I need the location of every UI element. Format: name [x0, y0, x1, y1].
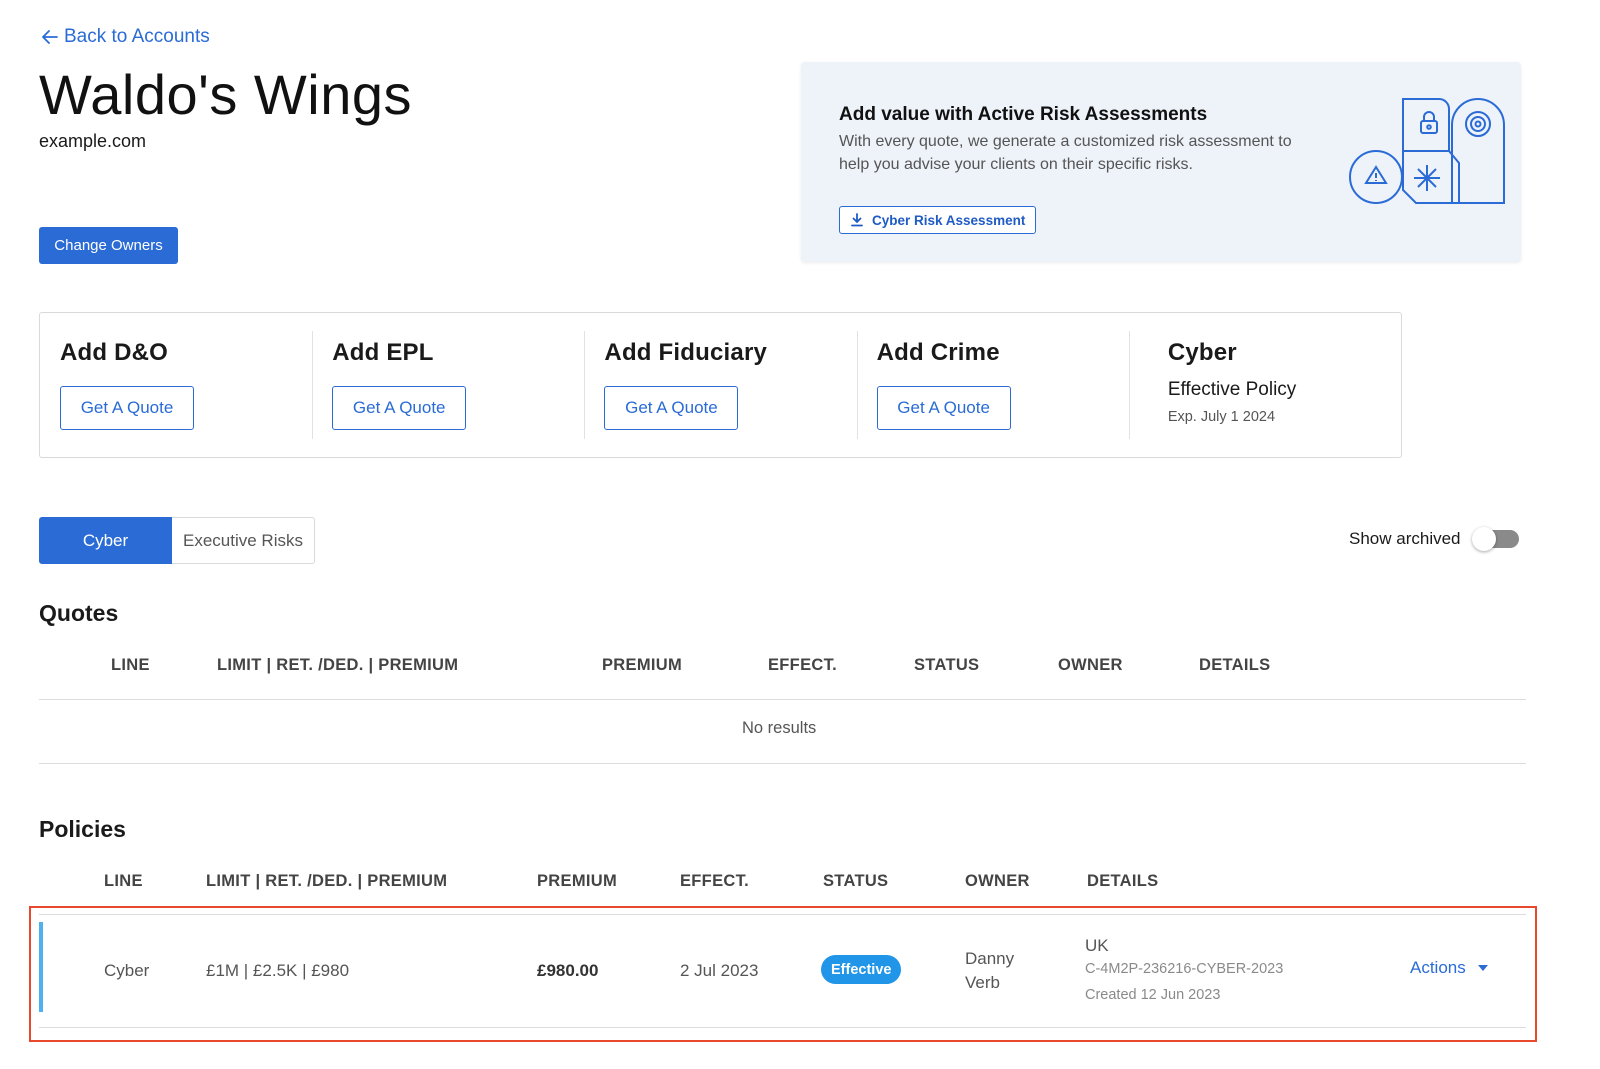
- row-accent-bar: [39, 922, 43, 1012]
- product-title: Add Crime: [876, 339, 1000, 366]
- product-lines: Add D&O Get A Quote Add EPL Get A Quote …: [39, 312, 1402, 458]
- epl-get-quote-button[interactable]: Get A Quote: [332, 386, 467, 430]
- actions-dropdown[interactable]: Actions: [1410, 958, 1488, 978]
- divider: [39, 699, 1526, 700]
- policies-col-premium: PREMIUM: [537, 872, 618, 890]
- policies-col-line: LINE: [104, 872, 143, 890]
- promo-text: With every quote, we generate a customiz…: [839, 133, 1292, 173]
- product-card-crime: Add Crime Get A Quote: [856, 313, 1129, 457]
- product-title: Add D&O: [60, 339, 169, 366]
- quotes-col-effective: EFFECT.: [768, 656, 838, 674]
- cyber-policy-expiry: Exp. July 1 2024: [1167, 409, 1276, 425]
- policies-col-details: DETAILS: [1087, 872, 1159, 890]
- product-card-epl: Add EPL Get A Quote: [312, 313, 584, 457]
- divider: [39, 1027, 1526, 1028]
- policy-effective-date: 2 Jul 2023: [680, 961, 759, 980]
- tab-cyber[interactable]: Cyber: [39, 517, 172, 564]
- cyber-policy-status: Effective Policy: [1167, 379, 1297, 400]
- toggle-knob: [1471, 527, 1496, 551]
- download-icon: [851, 213, 863, 227]
- owner-first-name: Danny: [965, 949, 1015, 968]
- chevron-down-icon: [1477, 965, 1488, 971]
- quotes-col-limits: LIMIT | RET. /DED. | PREMIUM: [217, 656, 459, 674]
- back-to-accounts-link[interactable]: Back to Accounts: [40, 26, 210, 48]
- policies-col-status: STATUS: [823, 872, 889, 890]
- show-archived-control: Show archived: [1349, 527, 1519, 551]
- tab-executive-risks[interactable]: Executive Risks: [172, 517, 315, 564]
- divider: [39, 914, 1526, 915]
- quotes-col-owner: OWNER: [1058, 656, 1123, 674]
- policies-heading: Policies: [39, 816, 126, 842]
- fiduciary-get-quote-button[interactable]: Get A Quote: [604, 386, 739, 430]
- product-title: Cyber: [1167, 339, 1237, 366]
- change-owners-button[interactable]: Change Owners: [39, 227, 178, 264]
- back-link-label: Back to Accounts: [64, 26, 210, 47]
- arrow-left-icon: [42, 30, 58, 44]
- dno-get-quote-button[interactable]: Get A Quote: [60, 386, 194, 430]
- quotes-col-line: LINE: [111, 656, 150, 674]
- line-tabs: Cyber Executive Risks: [39, 517, 315, 564]
- crime-get-quote-button[interactable]: Get A Quote: [876, 386, 1011, 430]
- policies-col-owner: OWNER: [965, 872, 1030, 890]
- page-title: Waldo's Wings: [39, 63, 412, 126]
- owner-last-name: Verb: [965, 973, 1000, 992]
- policy-created-date: Created 12 Jun 2023: [1085, 987, 1221, 1003]
- quotes-empty-state: No results: [742, 719, 817, 737]
- product-card-fiduciary: Add Fiduciary Get A Quote: [584, 313, 856, 457]
- policy-limits: £1M | £2.5K | £980: [206, 961, 350, 980]
- policy-id: C-4M2P-236216-CYBER-2023: [1085, 961, 1284, 977]
- quotes-col-premium: PREMIUM: [602, 656, 683, 674]
- show-archived-toggle[interactable]: [1471, 527, 1519, 551]
- policy-premium: £980.00: [537, 961, 599, 980]
- product-card-cyber: Cyber Effective Policy Exp. July 1 2024: [1128, 313, 1401, 457]
- promo-button-label: Cyber Risk Assessment: [872, 212, 1026, 228]
- policy-country: UK: [1085, 936, 1109, 955]
- quotes-col-status: STATUS: [914, 656, 980, 674]
- divider: [39, 763, 1526, 764]
- account-domain: example.com: [39, 131, 147, 151]
- cyber-risk-assessment-button[interactable]: Cyber Risk Assessment: [839, 206, 1037, 234]
- risk-assessment-promo: Add value with Active Risk Assessments W…: [801, 62, 1521, 262]
- quotes-heading: Quotes: [39, 600, 119, 626]
- actions-label: Actions: [1410, 958, 1466, 977]
- security-illustration-icon: [1349, 97, 1505, 204]
- status-badge: Effective: [821, 955, 902, 984]
- policies-col-effective: EFFECT.: [680, 872, 750, 890]
- policy-line: Cyber: [104, 961, 150, 980]
- policies-col-limits: LIMIT | RET. /DED. | PREMIUM: [206, 872, 448, 890]
- product-card-dno: Add D&O Get A Quote: [40, 313, 312, 457]
- promo-title: Add value with Active Risk Assessments: [839, 104, 1208, 125]
- quotes-col-details: DETAILS: [1199, 656, 1271, 674]
- product-title: Add Fiduciary: [604, 339, 768, 366]
- product-title: Add EPL: [332, 339, 434, 366]
- show-archived-label: Show archived: [1349, 529, 1461, 548]
